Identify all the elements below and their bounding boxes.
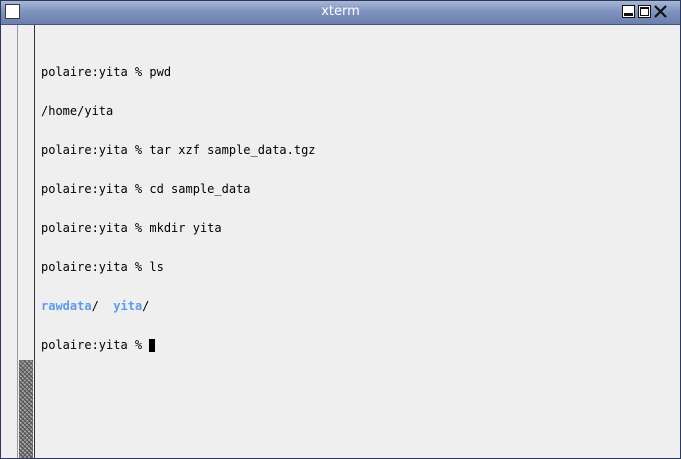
- terminal-line: /home/yita: [41, 104, 114, 118]
- directory-suffix: /: [142, 299, 150, 313]
- terminal-line: polaire:yita % ls: [41, 260, 164, 274]
- directory-name: yita: [113, 299, 143, 313]
- scrollbar[interactable]: [17, 25, 35, 458]
- terminal-line: polaire:yita % cd sample_data: [41, 182, 251, 196]
- minimize-icon[interactable]: [622, 5, 635, 18]
- terminal-line: polaire:yita % mkdir yita: [41, 221, 222, 235]
- terminal-line: polaire:yita % pwd: [41, 65, 172, 79]
- title-bar[interactable]: xterm: [1, 1, 680, 25]
- terminal-output[interactable]: polaire:yita % pwd /home/yita polaire:yi…: [41, 40, 316, 378]
- directory-suffix: /: [91, 299, 99, 313]
- ls-separator: [99, 299, 113, 313]
- prompt-line[interactable]: polaire:yita %: [41, 339, 316, 352]
- maximize-icon[interactable]: [638, 5, 651, 18]
- shell-prompt: polaire:yita %: [41, 338, 150, 352]
- window-title: xterm: [321, 4, 360, 19]
- text-cursor: [149, 339, 156, 352]
- ls-output-line: rawdata/ yita/: [41, 300, 316, 313]
- scrollbar-thumb[interactable]: [19, 360, 33, 458]
- directory-name: rawdata: [41, 299, 92, 313]
- close-icon[interactable]: [654, 5, 667, 18]
- xterm-window: xterm polaire:yita % pwd /home/yita pola…: [0, 0, 681, 459]
- terminal-line: polaire:yita % tar xzf sample_data.tgz: [41, 143, 316, 157]
